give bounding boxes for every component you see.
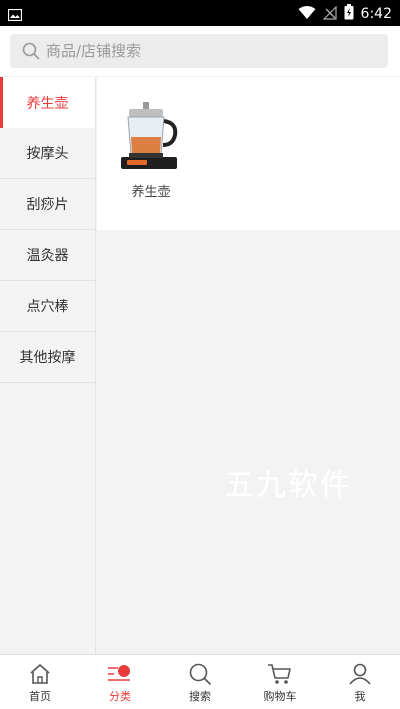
tab-category[interactable]: 分类 <box>80 655 160 709</box>
search-icon <box>22 42 40 60</box>
search-input[interactable] <box>46 42 366 60</box>
user-icon <box>349 663 371 685</box>
wifi-icon <box>298 5 316 24</box>
category-icon <box>108 665 130 681</box>
clock: 6:42 <box>360 6 392 22</box>
sidebar-item-other-massage[interactable]: 其他按摩 <box>0 332 95 383</box>
watermark: 五九软件 <box>224 468 352 503</box>
search-box[interactable] <box>10 34 388 68</box>
tab-label: 购物车 <box>263 690 297 703</box>
tab-search[interactable]: 搜索 <box>160 655 240 709</box>
cart-icon <box>268 664 291 684</box>
no-signal-icon <box>322 5 337 24</box>
battery-icon <box>344 4 354 24</box>
tab-label: 我 <box>354 690 366 703</box>
sidebar-item-moxibustion[interactable]: 温灸器 <box>0 230 95 281</box>
tab-cart[interactable]: 购物车 <box>240 655 320 709</box>
search-bar <box>0 26 400 76</box>
home-icon <box>30 664 50 684</box>
sidebar-item-health-kettle[interactable]: 养生壶 <box>0 77 95 128</box>
search-icon <box>189 663 211 685</box>
tab-label: 搜索 <box>189 690 211 703</box>
product-item[interactable]: 养生壶 <box>117 99 185 200</box>
sidebar-item-acupoint-stick[interactable]: 点穴棒 <box>0 281 95 332</box>
tab-label: 首页 <box>29 690 51 703</box>
tab-label: 分类 <box>109 690 131 703</box>
category-sidebar: 养生壶 按摩头 刮痧片 温灸器 点穴棒 其他按摩 <box>0 77 96 654</box>
product-grid: 养生壶 <box>97 77 400 230</box>
sidebar-item-massage-head[interactable]: 按摩头 <box>0 128 95 179</box>
bottom-tab-bar: 首页 分类 搜索 购物车 我 <box>0 654 400 709</box>
gallery-notification-icon <box>7 6 23 25</box>
tab-home[interactable]: 首页 <box>0 655 80 709</box>
product-label: 养生壶 <box>131 185 171 200</box>
status-bar: 6:42 <box>0 0 400 26</box>
tab-me[interactable]: 我 <box>320 655 400 709</box>
sidebar-item-gua-sha[interactable]: 刮痧片 <box>0 179 95 230</box>
kettle-image <box>121 102 178 169</box>
